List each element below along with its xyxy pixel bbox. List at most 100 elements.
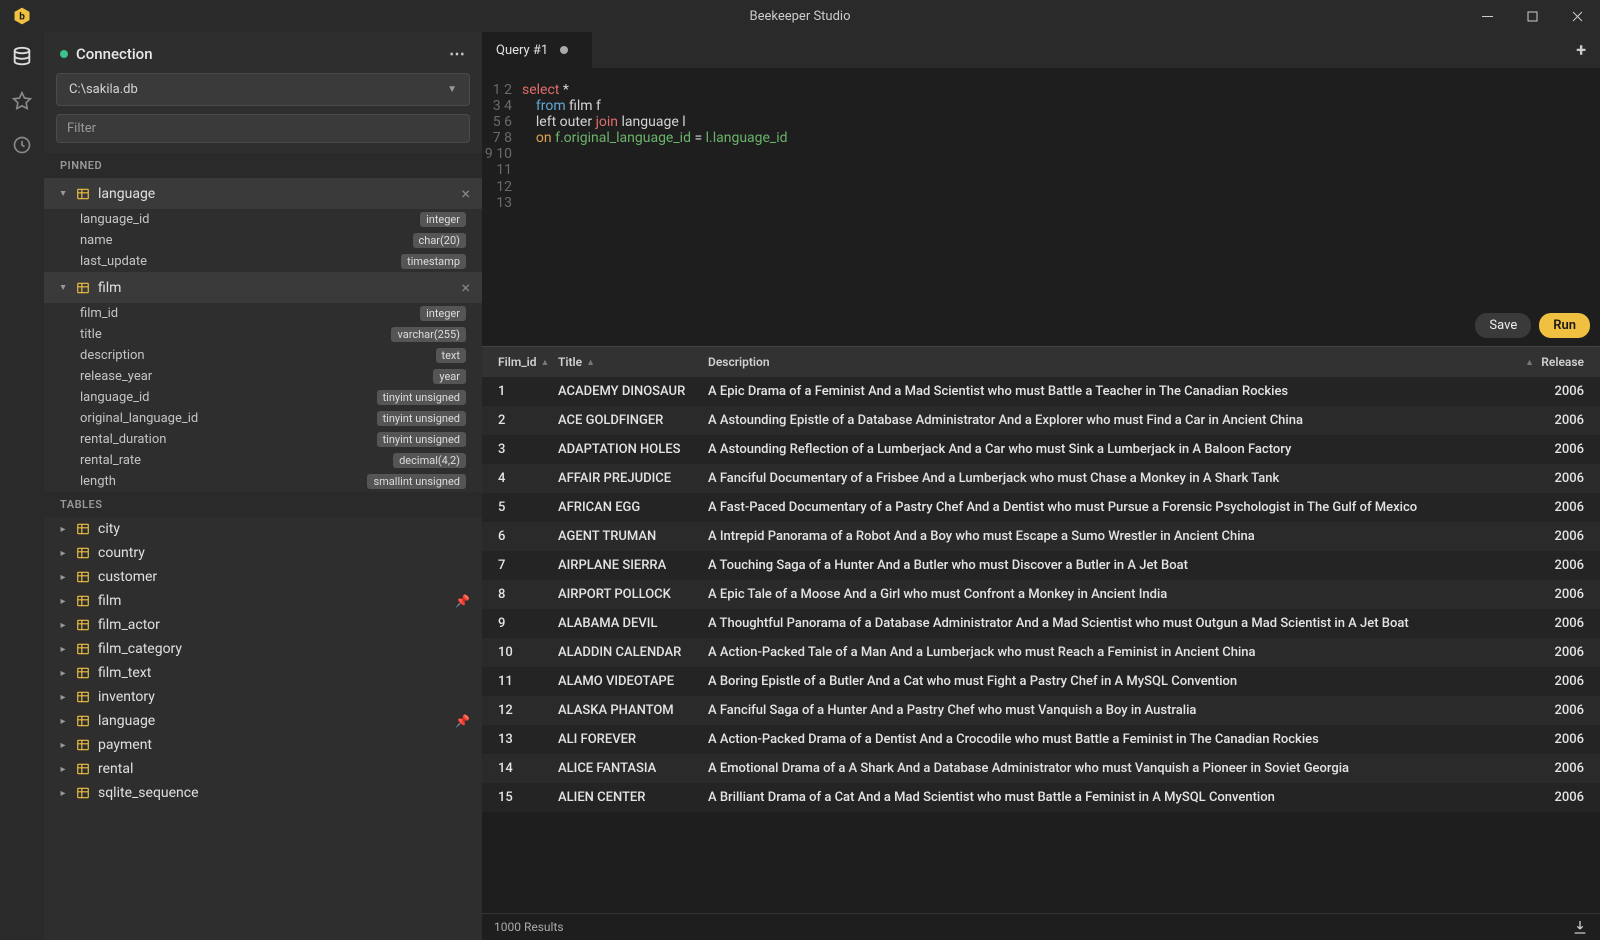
result-row[interactable]: 14ALICE FANTASIAA Emotional Drama of a A… (482, 754, 1600, 783)
column-type: timestamp (401, 254, 466, 269)
database-select[interactable]: C:\sakila.db ▼ (56, 73, 470, 106)
chevron-icon: ▸ (56, 596, 70, 607)
column-row[interactable]: namechar(20) (44, 230, 482, 251)
table-icon (76, 618, 90, 632)
result-row[interactable]: 5AFRICAN EGGA Fast-Paced Documentary of … (482, 493, 1600, 522)
table-item-inventory[interactable]: ▸inventory (44, 685, 482, 709)
close-button[interactable] (1555, 0, 1600, 32)
table-item-film_category[interactable]: ▸film_category (44, 637, 482, 661)
history-icon[interactable] (11, 134, 33, 156)
cell-description: A Epic Tale of a Moose And a Girl who mu… (702, 580, 1540, 609)
table-name: city (98, 521, 470, 537)
result-row[interactable]: 3ADAPTATION HOLESA Astounding Reflection… (482, 435, 1600, 464)
column-row[interactable]: descriptiontext (44, 345, 482, 366)
star-icon[interactable] (11, 90, 33, 112)
chevron-icon: ▸ (56, 524, 70, 535)
sort-icon: ▲ (540, 357, 549, 368)
unpin-button[interactable]: × (461, 184, 470, 203)
column-row[interactable]: lengthsmallint unsigned (44, 471, 482, 492)
column-name: film_id (80, 306, 420, 321)
column-row[interactable]: film_idinteger (44, 303, 482, 324)
table-item-country[interactable]: ▸country (44, 541, 482, 565)
minimize-button[interactable] (1465, 0, 1510, 32)
table-item-sqlite_sequence[interactable]: ▸sqlite_sequence (44, 781, 482, 805)
column-type: smallint unsigned (367, 474, 466, 489)
table-item-language[interactable]: ▸language📌 (44, 709, 482, 733)
table-item-customer[interactable]: ▸customer (44, 565, 482, 589)
result-row[interactable]: 4AFFAIR PREJUDICEA Fanciful Documentary … (482, 464, 1600, 493)
result-row[interactable]: 9ALABAMA DEVILA Thoughtful Panorama of a… (482, 609, 1600, 638)
pinned-table-language[interactable]: ▸language× (44, 178, 482, 209)
table-name: film (98, 280, 461, 296)
sql-editor[interactable]: 1 2 3 4 5 6 7 8 9 10 11 12 13 select * f… (482, 68, 1600, 305)
column-row[interactable]: language_idtinyint unsigned (44, 387, 482, 408)
column-name: release_year (80, 369, 433, 384)
pin-icon: 📌 (455, 714, 470, 728)
table-name: payment (98, 737, 470, 753)
column-name: name (80, 233, 413, 248)
result-row[interactable]: 7AIRPLANE SIERRAA Touching Saga of a Hun… (482, 551, 1600, 580)
cell-year: 2006 (1540, 551, 1590, 580)
column-header-title[interactable]: Title▲ (552, 347, 702, 377)
result-row[interactable]: 1ACADEMY DINOSAURA Epic Drama of a Femin… (482, 377, 1600, 406)
column-row[interactable]: language_idinteger (44, 209, 482, 230)
sidebar-menu-button[interactable]: ⋯ (449, 44, 466, 63)
query-tab[interactable]: Query #1 (482, 32, 592, 68)
cell-film-id: 9 (492, 609, 552, 638)
cell-description: A Action-Packed Tale of a Man And a Lumb… (702, 638, 1540, 667)
table-item-rental[interactable]: ▸rental (44, 757, 482, 781)
table-name: country (98, 545, 470, 561)
sidebar: Connection ⋯ C:\sakila.db ▼ Filter PINNE… (44, 32, 482, 940)
cell-film-id: 14 (492, 754, 552, 783)
column-row[interactable]: titlevarchar(255) (44, 324, 482, 345)
cell-year: 2006 (1540, 377, 1590, 406)
cell-title: ALICE FANTASIA (552, 754, 702, 783)
table-item-city[interactable]: ▸ city (44, 517, 482, 541)
column-header-film-id[interactable]: Film_id▲ (492, 347, 552, 377)
result-row[interactable]: 15ALIEN CENTERA Brilliant Drama of a Cat… (482, 783, 1600, 812)
add-tab-button[interactable]: + (1562, 40, 1600, 61)
result-row[interactable]: 2ACE GOLDFINGERA Astounding Epistle of a… (482, 406, 1600, 435)
database-icon[interactable] (11, 46, 33, 68)
cell-film-id: 4 (492, 464, 552, 493)
result-row[interactable]: 8AIRPORT POLLOCKA Epic Tale of a Moose A… (482, 580, 1600, 609)
table-icon (76, 281, 90, 295)
pinned-table-film[interactable]: ▸film× (44, 272, 482, 303)
column-row[interactable]: last_updatetimestamp (44, 251, 482, 272)
result-row[interactable]: 10ALADDIN CALENDARA Action-Packed Tale o… (482, 638, 1600, 667)
table-icon (76, 762, 90, 776)
table-item-payment[interactable]: ▸ payment (44, 733, 482, 757)
connection-status-dot (60, 50, 68, 58)
result-row[interactable]: 11ALAMO VIDEOTAPEA Boring Epistle of a B… (482, 667, 1600, 696)
save-button[interactable]: Save (1475, 313, 1531, 338)
table-icon (76, 666, 90, 680)
table-item-film_text[interactable]: ▸film_text (44, 661, 482, 685)
table-name: film_text (98, 665, 470, 681)
unpin-button[interactable]: × (461, 278, 470, 297)
pin-icon: 📌 (455, 594, 470, 608)
svg-text:b: b (19, 11, 25, 22)
column-header-description[interactable]: Description▲ (702, 347, 1540, 377)
result-row[interactable]: 6AGENT TRUMANA Intrepid Panorama of a Ro… (482, 522, 1600, 551)
tab-bar: Query #1 + (482, 32, 1600, 68)
column-header-release[interactable]: Release (1540, 347, 1590, 377)
column-row[interactable]: original_language_idtinyint unsigned (44, 408, 482, 429)
results-body[interactable]: 1ACADEMY DINOSAURA Epic Drama of a Femin… (482, 377, 1600, 913)
chevron-icon: ▸ (56, 740, 70, 751)
download-button[interactable] (1572, 919, 1588, 935)
table-item-film[interactable]: ▸film📌 (44, 589, 482, 613)
maximize-button[interactable] (1510, 0, 1555, 32)
result-row[interactable]: 12ALASKA PHANTOMA Fanciful Saga of a Hun… (482, 696, 1600, 725)
table-icon (76, 187, 90, 201)
cell-description: A Astounding Reflection of a Lumberjack … (702, 435, 1540, 464)
filter-input[interactable]: Filter (56, 114, 470, 143)
run-button[interactable]: Run (1539, 313, 1590, 338)
table-name: inventory (98, 689, 470, 705)
column-row[interactable]: rental_ratedecimal(4,2) (44, 450, 482, 471)
column-row[interactable]: release_yearyear (44, 366, 482, 387)
column-row[interactable]: rental_durationtinyint unsigned (44, 429, 482, 450)
cell-description: A Fanciful Documentary of a Frisbee And … (702, 464, 1540, 493)
column-type: integer (420, 306, 466, 321)
table-item-film_actor[interactable]: ▸film_actor (44, 613, 482, 637)
result-row[interactable]: 13ALI FOREVERA Action-Packed Drama of a … (482, 725, 1600, 754)
